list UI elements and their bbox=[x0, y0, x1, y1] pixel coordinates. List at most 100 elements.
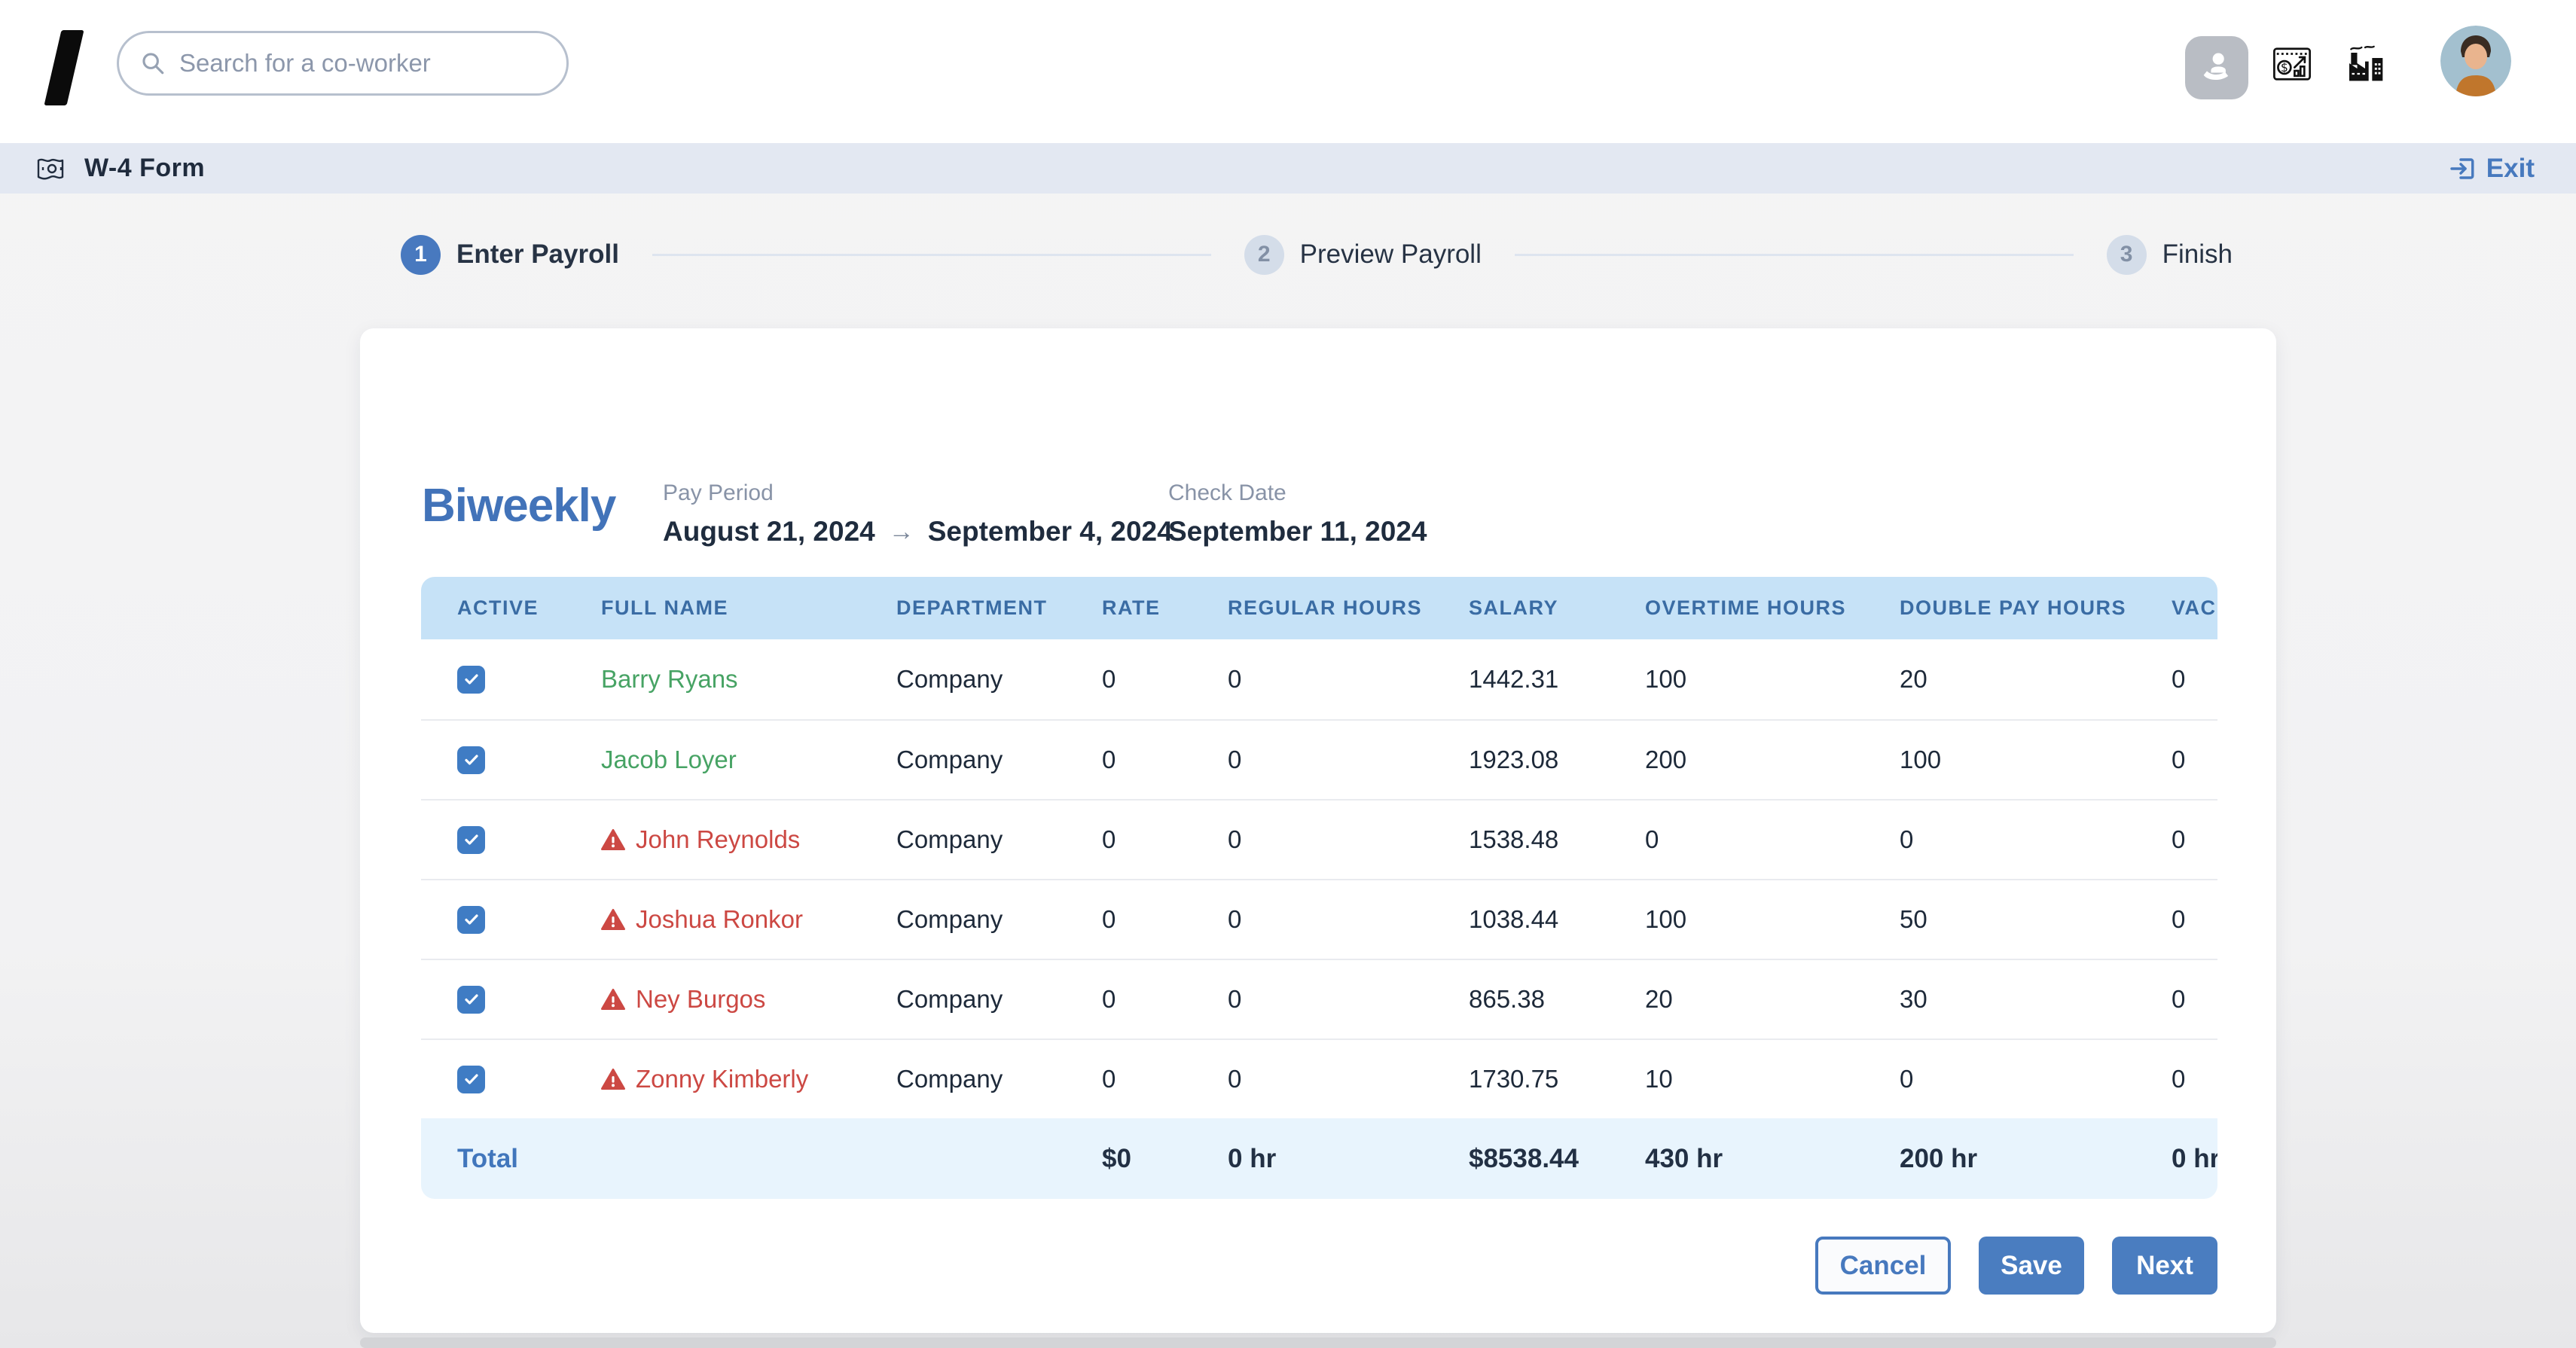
vacation-hours-cell: 0 bbox=[2172, 905, 2217, 934]
warning-icon bbox=[601, 1068, 625, 1090]
table-row: John Reynolds Company 0 0 1538.48 0 0 0 bbox=[421, 799, 2217, 879]
double-pay-hours-cell: 50 bbox=[1900, 905, 2172, 934]
next-button[interactable]: Next bbox=[2112, 1237, 2217, 1295]
active-checkbox[interactable] bbox=[457, 1066, 485, 1093]
total-overtime-hours: 430 hr bbox=[1645, 1144, 1900, 1174]
department-cell: Company bbox=[896, 1065, 1102, 1093]
warning-icon bbox=[601, 908, 625, 931]
overtime-hours-cell: 200 bbox=[1645, 746, 1900, 774]
cancel-button[interactable]: Cancel bbox=[1815, 1237, 1951, 1295]
checkmark-icon bbox=[462, 751, 481, 769]
column-header: FULL NAME bbox=[601, 596, 896, 620]
table-row: Ney Burgos Company 0 0 865.38 20 30 0 bbox=[421, 959, 2217, 1038]
exit-button[interactable]: Exit bbox=[2449, 143, 2535, 194]
employee-name: Jacob Loyer bbox=[601, 746, 737, 774]
banknote-icon bbox=[36, 156, 68, 181]
exit-label: Exit bbox=[2486, 154, 2535, 184]
employee-name-link[interactable]: Zonny Kimberly bbox=[601, 1065, 896, 1093]
department-cell: Company bbox=[896, 746, 1102, 774]
employee-name-link[interactable]: Jacob Loyer bbox=[601, 746, 896, 774]
form-banner: W-4 Form Exit bbox=[0, 143, 2576, 194]
total-label: Total bbox=[457, 1144, 601, 1174]
payroll-chart-icon[interactable]: $ bbox=[2272, 44, 2312, 84]
search-input[interactable] bbox=[179, 49, 545, 78]
payroll-table: ACTIVEFULL NAMEDEPARTMENTRATEREGULAR HOU… bbox=[421, 577, 2217, 1199]
checkmark-icon bbox=[462, 910, 481, 929]
arrow-right-icon: → bbox=[875, 517, 928, 547]
app-logo bbox=[44, 30, 84, 105]
department-cell: Company bbox=[896, 985, 1102, 1014]
employee-name: Ney Burgos bbox=[636, 985, 765, 1014]
hand-holding-person-icon[interactable] bbox=[2185, 36, 2248, 99]
warning-icon bbox=[601, 828, 625, 851]
regular-hours-cell: 0 bbox=[1228, 665, 1469, 694]
column-header: REGULAR HOURS bbox=[1228, 596, 1469, 620]
table-header-row: ACTIVEFULL NAMEDEPARTMENTRATEREGULAR HOU… bbox=[421, 577, 2217, 639]
step-connector bbox=[1515, 254, 2074, 256]
employee-name-link[interactable]: Joshua Ronkor bbox=[601, 905, 896, 934]
employee-name: Joshua Ronkor bbox=[636, 905, 803, 934]
exit-icon bbox=[2449, 155, 2477, 182]
step-enter-payroll[interactable]: 1 Enter Payroll bbox=[401, 235, 619, 275]
active-checkbox[interactable] bbox=[457, 826, 485, 854]
overtime-hours-cell: 20 bbox=[1645, 985, 1900, 1014]
active-checkbox[interactable] bbox=[457, 986, 485, 1014]
vacation-hours-cell: 0 bbox=[2172, 985, 2217, 1014]
table-row: Zonny Kimberly Company 0 0 1730.75 10 0 … bbox=[421, 1038, 2217, 1118]
overtime-hours-cell: 10 bbox=[1645, 1065, 1900, 1093]
factory-icon[interactable] bbox=[2344, 42, 2386, 84]
user-avatar[interactable] bbox=[2440, 26, 2511, 96]
check-date-block: Check Date September 11, 2024 bbox=[1168, 480, 1427, 547]
total-vacation-hours: 0 hr bbox=[2172, 1144, 2217, 1174]
double-pay-hours-cell: 100 bbox=[1900, 746, 2172, 774]
active-checkbox[interactable] bbox=[457, 746, 485, 774]
overtime-hours-cell: 100 bbox=[1645, 665, 1900, 694]
regular-hours-cell: 0 bbox=[1228, 746, 1469, 774]
table-row: Barry Ryans Company 0 0 1442.31 100 20 0 bbox=[421, 639, 2217, 719]
vacation-hours-cell: 0 bbox=[2172, 746, 2217, 774]
column-header: ACTIVE bbox=[457, 596, 601, 620]
rate-cell: 0 bbox=[1102, 746, 1228, 774]
save-button[interactable]: Save bbox=[1979, 1237, 2084, 1295]
pay-period-label: Pay Period bbox=[663, 480, 1173, 506]
regular-hours-cell: 0 bbox=[1228, 825, 1469, 854]
double-pay-hours-cell: 0 bbox=[1900, 1065, 2172, 1093]
active-checkbox[interactable] bbox=[457, 666, 485, 694]
warning-icon bbox=[601, 988, 625, 1011]
search-icon bbox=[140, 50, 166, 76]
rate-cell: 0 bbox=[1102, 1065, 1228, 1093]
double-pay-hours-cell: 0 bbox=[1900, 825, 2172, 854]
overtime-hours-cell: 100 bbox=[1645, 905, 1900, 934]
employee-name: John Reynolds bbox=[636, 825, 800, 854]
rate-cell: 0 bbox=[1102, 985, 1228, 1014]
total-double-pay-hours: 200 hr bbox=[1900, 1144, 2172, 1174]
rate-cell: 0 bbox=[1102, 905, 1228, 934]
employee-name-link[interactable]: Barry Ryans bbox=[601, 665, 896, 694]
action-buttons: Cancel Save Next bbox=[1815, 1237, 2217, 1295]
regular-hours-cell: 0 bbox=[1228, 905, 1469, 934]
employee-name-link[interactable]: Ney Burgos bbox=[601, 985, 896, 1014]
table-row: Jacob Loyer Company 0 0 1923.08 200 100 … bbox=[421, 719, 2217, 799]
double-pay-hours-cell: 20 bbox=[1900, 665, 2172, 694]
active-checkbox[interactable] bbox=[457, 906, 485, 934]
salary-cell: 1730.75 bbox=[1469, 1065, 1645, 1093]
salary-cell: 1538.48 bbox=[1469, 825, 1645, 854]
step-preview-payroll[interactable]: 2 Preview Payroll bbox=[1244, 235, 1482, 275]
check-date-label: Check Date bbox=[1168, 480, 1427, 506]
step-3-number: 3 bbox=[2107, 235, 2147, 275]
total-rate: $0 bbox=[1102, 1144, 1228, 1174]
step-connector bbox=[652, 254, 1211, 256]
department-cell: Company bbox=[896, 905, 1102, 934]
pay-period-block: Pay Period August 21, 2024 → September 4… bbox=[663, 480, 1173, 547]
total-regular-hours: 0 hr bbox=[1228, 1144, 1469, 1174]
search-box[interactable] bbox=[117, 31, 569, 96]
step-1-number: 1 bbox=[401, 235, 441, 275]
horizontal-scrollbar[interactable] bbox=[360, 1337, 2276, 1348]
pay-period-start: August 21, 2024 bbox=[663, 516, 875, 547]
step-finish[interactable]: 3 Finish bbox=[2107, 235, 2233, 275]
employee-name-link[interactable]: John Reynolds bbox=[601, 825, 896, 854]
employee-name: Barry Ryans bbox=[601, 665, 738, 694]
top-navigation-bar: $ bbox=[0, 0, 2576, 143]
svg-text:$: $ bbox=[2281, 60, 2288, 75]
pay-period-end: September 4, 2024 bbox=[928, 516, 1173, 547]
